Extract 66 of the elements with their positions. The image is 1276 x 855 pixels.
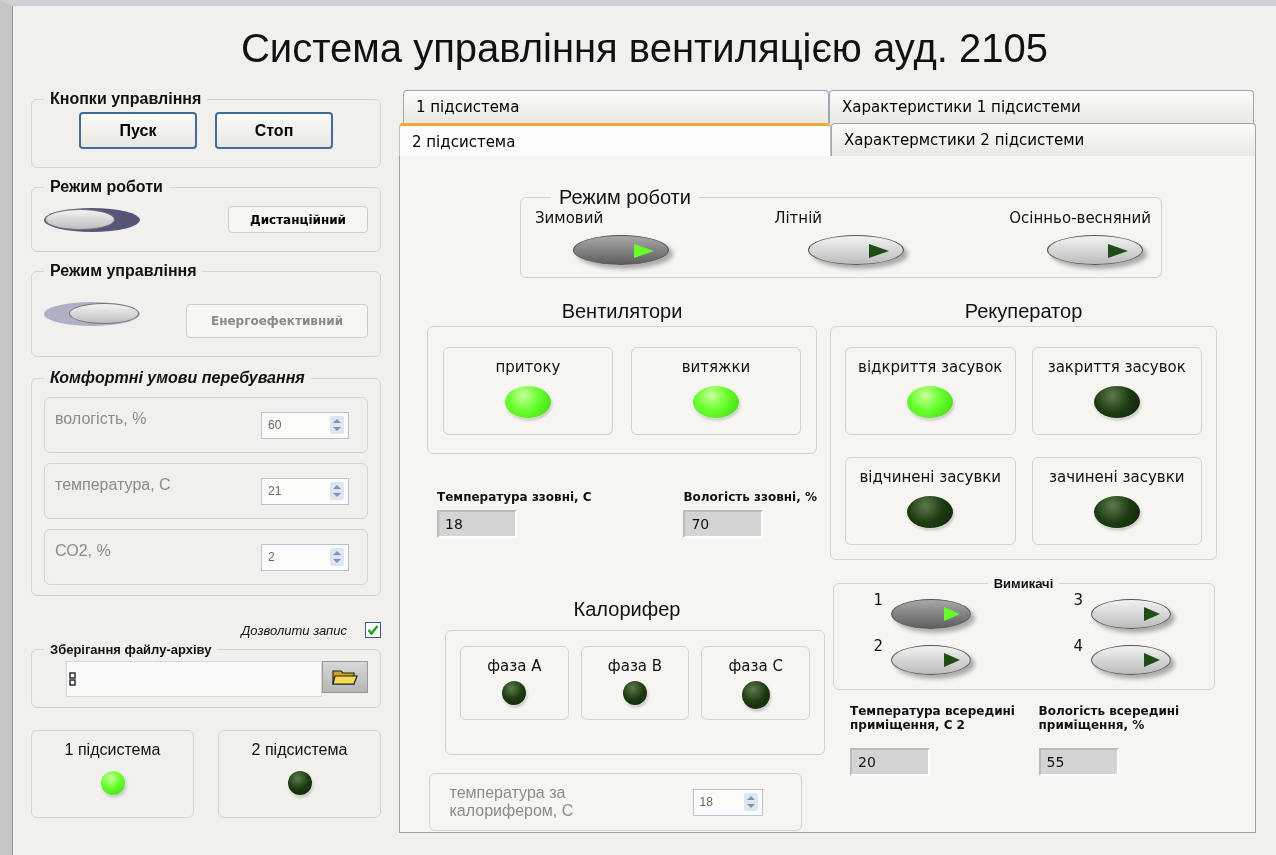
indicator-label: 2 підсистема <box>251 741 348 759</box>
group-label: Кнопки управління <box>49 90 203 108</box>
readout-field: 20 <box>850 748 930 776</box>
indicator-label: Температура всередині приміщення, С 2 <box>850 704 1016 732</box>
mode-button[interactable]: Дистанційний <box>228 206 368 233</box>
control-button[interactable]: Стоп <box>215 112 333 149</box>
switch-label: 2 <box>873 637 884 655</box>
toggle-switch[interactable] <box>808 235 905 265</box>
switch-label: Літній <box>774 209 824 227</box>
switch-label: 4 <box>1073 637 1084 655</box>
browse-button[interactable] <box>322 661 368 693</box>
path-field[interactable] <box>66 661 322 697</box>
switch-label: 1 <box>873 591 884 609</box>
group-label: Вимикачі <box>992 576 1055 591</box>
toggle-switch[interactable] <box>1047 235 1144 265</box>
section-heading: Калорифер <box>573 596 681 622</box>
group-label: Режим роботи <box>49 178 164 196</box>
group-label: Зберігання файлу-архіву <box>49 642 213 657</box>
indicator-label: фаза С <box>728 657 783 675</box>
checkbox-label: Дозволити запис <box>241 622 347 638</box>
switch-label: Зимовий <box>535 209 605 227</box>
tab[interactable]: Характеристики 1 підсистеми <box>829 90 1254 123</box>
tab[interactable]: 1 підсистема <box>403 90 829 123</box>
group-label: Режим управління <box>49 262 198 280</box>
section-heading: Рекуператор <box>964 298 1083 324</box>
indicator-label: Вологість ззовні, % <box>683 490 817 504</box>
field-label: СО2, % <box>55 542 111 560</box>
indicator-label: відчинені засувки <box>859 468 1002 486</box>
tab[interactable]: Характермстики 2 підсистеми <box>831 123 1256 156</box>
spinner-icon[interactable] <box>330 482 344 500</box>
readout-field: 70 <box>683 510 764 538</box>
toggle-switch[interactable] <box>891 599 972 629</box>
indicator-label: фаза А <box>487 657 542 675</box>
readout-field: 55 <box>1038 748 1119 776</box>
indicator-label: Температура ззовні, С <box>437 490 592 504</box>
checkbox[interactable] <box>365 622 381 638</box>
toggle-switch[interactable] <box>1091 645 1172 675</box>
field-label: вологість, % <box>55 410 147 428</box>
spinner-icon[interactable] <box>330 416 344 434</box>
indicator-label: відкриття засувок <box>858 358 1003 376</box>
toggle-switch[interactable] <box>891 645 972 675</box>
tab[interactable]: 2 підсистема <box>399 123 831 157</box>
panel-title: Система управління вентиляцією ауд. 2105 <box>240 24 1049 72</box>
indicator-label: 1 підсистема <box>64 741 161 759</box>
field-label: температура за калорифером, С <box>449 784 575 820</box>
indicator-label: притоку <box>495 358 561 376</box>
indicator-label: витяжки <box>681 358 751 376</box>
indicator-label: фаза В <box>607 657 663 675</box>
readout-field: 18 <box>437 510 517 538</box>
field-label: температура, С <box>55 476 171 494</box>
path-icon <box>69 670 77 688</box>
group-label: Режим роботи <box>558 186 692 209</box>
control-button[interactable]: Пуск <box>79 112 197 149</box>
switch-label: 3 <box>1073 591 1084 609</box>
section-heading: Вентилятори <box>561 298 683 324</box>
indicator-label: закриття засувок <box>1047 358 1186 376</box>
indicator-label: зачинені засувки <box>1049 468 1185 486</box>
triangle-icon <box>634 244 654 258</box>
folder-icon <box>332 668 358 686</box>
group-label: Комфортні умови перебування <box>49 369 306 387</box>
spinner-icon[interactable] <box>330 548 344 566</box>
toggle-switch[interactable] <box>1091 599 1172 629</box>
switch-label: Осінньо-весняний <box>1009 209 1151 227</box>
toggle-switch[interactable] <box>573 235 669 265</box>
indicator-label: Вологість всередині приміщення, % <box>1038 704 1181 732</box>
spinner-icon[interactable] <box>743 793 758 811</box>
